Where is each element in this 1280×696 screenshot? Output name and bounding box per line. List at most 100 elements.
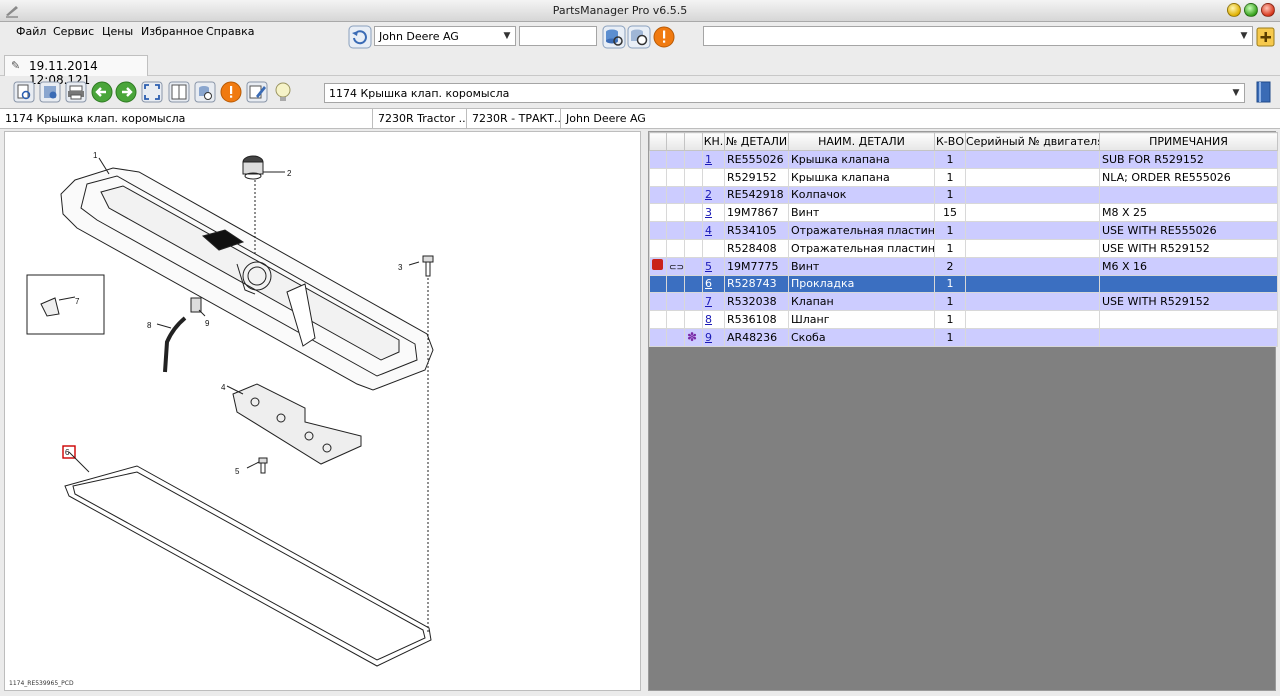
ref-link[interactable]: 7 bbox=[705, 295, 712, 308]
print-preview-icon[interactable] bbox=[12, 79, 36, 105]
ref-link[interactable]: 9 bbox=[705, 331, 712, 344]
callout-7[interactable]: 7 bbox=[75, 297, 80, 306]
breadcrumb-item-section[interactable]: 1174 Крышка клап. коромысла bbox=[0, 109, 373, 129]
cap-part[interactable] bbox=[242, 155, 264, 180]
minimize-button[interactable] bbox=[1227, 3, 1241, 17]
table-row[interactable]: 8 R536108 Шланг 1 bbox=[649, 310, 1278, 329]
callout-8[interactable]: 8 bbox=[147, 321, 152, 330]
callout-3[interactable]: 3 bbox=[398, 263, 403, 272]
row-ref-cell bbox=[702, 238, 725, 258]
row-quantity: 1 bbox=[934, 150, 966, 169]
row-notes bbox=[1099, 274, 1278, 294]
chevron-down-icon[interactable]: ▼ bbox=[1230, 86, 1242, 100]
table-row[interactable]: 1 RE555026 Крышка клапана 1 SUB FOR R529152 bbox=[649, 150, 1278, 169]
screw-small-part[interactable] bbox=[258, 457, 268, 474]
split-view-icon[interactable] bbox=[167, 79, 191, 105]
callout-4[interactable]: 4 bbox=[221, 383, 226, 392]
valve-cover-part[interactable] bbox=[60, 167, 434, 391]
menu-favorites[interactable]: Избранное bbox=[141, 25, 203, 38]
note-icon[interactable] bbox=[652, 259, 663, 271]
section-select[interactable]: 1174 Крышка клап. коромысла ▼ bbox=[324, 83, 1245, 103]
breadcrumb-item-tractor[interactable]: 7230R - ТРАКТ... bbox=[467, 109, 561, 129]
table-row[interactable]: 3 19M7867 Винт 15 M8 X 25 bbox=[649, 203, 1278, 223]
catalog-tree-icon[interactable] bbox=[38, 79, 62, 105]
col-part-name[interactable]: НАИМ. ДЕТАЛИ bbox=[788, 132, 935, 151]
edit-notes-icon[interactable] bbox=[245, 79, 269, 105]
row-ref-cell: 6 bbox=[702, 274, 725, 294]
add-favorite-icon[interactable] bbox=[1255, 25, 1277, 49]
callout-2[interactable]: 2 bbox=[287, 169, 292, 178]
exploded-parts-diagram[interactable]: 1 2 3 4 5 6 7 8 9 bbox=[5, 132, 642, 692]
row-part-name: Отражательная пластина bbox=[788, 221, 935, 240]
chevron-down-icon[interactable]: ▼ bbox=[1238, 29, 1250, 43]
maximize-button[interactable] bbox=[1244, 3, 1258, 17]
parts-drawing-panel[interactable]: 1 2 3 4 5 6 7 8 9 1174_RE539965_PCD bbox=[4, 131, 641, 691]
row-quantity: 15 bbox=[934, 203, 966, 223]
row-flag-cell bbox=[649, 238, 667, 258]
row-icon-cell bbox=[666, 238, 685, 258]
row-icon-cell bbox=[684, 310, 703, 329]
callout-5[interactable]: 5 bbox=[235, 467, 240, 476]
gear-icon[interactable]: ✽ bbox=[687, 330, 697, 344]
table-row[interactable]: 2 RE542918 Колпачок 1 bbox=[649, 185, 1278, 205]
table-row[interactable]: 7 R532038 Клапан 1 USE WITH R529152 bbox=[649, 292, 1278, 312]
catalog-select[interactable]: John Deere AG ▼ bbox=[374, 26, 516, 46]
search-database-icon[interactable] bbox=[602, 25, 626, 49]
ref-link[interactable]: 4 bbox=[705, 224, 712, 237]
lightbulb-icon[interactable] bbox=[271, 79, 295, 105]
table-row[interactable]: ✽ 9 AR48236 Скоба 1 bbox=[649, 327, 1278, 347]
close-button[interactable] bbox=[1261, 3, 1275, 17]
menu-service[interactable]: Сервис bbox=[53, 25, 94, 38]
col-ref[interactable]: КН. bbox=[702, 132, 725, 151]
row-part-number: R534105 bbox=[724, 221, 789, 240]
callout-9[interactable]: 9 bbox=[205, 319, 210, 328]
ref-link[interactable]: 3 bbox=[705, 206, 712, 219]
ref-link[interactable]: 5 bbox=[705, 260, 712, 273]
col-engine-serial[interactable]: Серийный № двигателя bbox=[965, 132, 1100, 151]
printer-icon[interactable] bbox=[64, 79, 88, 105]
breadcrumb-item-catalog[interactable]: John Deere AG bbox=[561, 109, 1280, 129]
breadcrumb-item-model[interactable]: 7230R Tractor ... bbox=[373, 109, 467, 129]
chevron-down-icon[interactable]: ▼ bbox=[501, 29, 513, 43]
session-tab[interactable]: ✎ 19.11.2014 12:08.121 bbox=[4, 55, 148, 87]
forward-arrow-icon[interactable] bbox=[114, 79, 138, 105]
table-row[interactable]: R528408 Отражательная пластина 1 USE WITH R… bbox=[649, 238, 1278, 258]
back-arrow-icon[interactable] bbox=[90, 79, 114, 105]
row-quantity: 1 bbox=[934, 310, 966, 329]
book-icon[interactable] bbox=[1253, 79, 1275, 105]
ref-link[interactable]: 6 bbox=[705, 277, 712, 290]
col-notes[interactable]: ПРИМЕЧАНИЯ bbox=[1099, 132, 1278, 151]
ref-link[interactable]: 1 bbox=[705, 153, 712, 166]
callout-6[interactable]: 6 bbox=[65, 448, 70, 457]
link-icon[interactable]: ⊂⊃ bbox=[669, 263, 684, 273]
ref-link[interactable]: 2 bbox=[705, 188, 712, 201]
fit-to-window-icon[interactable] bbox=[140, 79, 164, 105]
database-search-icon[interactable] bbox=[193, 79, 217, 105]
warning-info-icon[interactable] bbox=[652, 25, 676, 49]
screw-part[interactable] bbox=[422, 255, 434, 277]
table-row[interactable]: ⊂⊃ 5 19M7775 Винт 2 M6 X 16 bbox=[649, 256, 1278, 276]
warning-icon[interactable] bbox=[219, 79, 243, 105]
col-part-number[interactable]: № ДЕТАЛИ bbox=[724, 132, 789, 151]
menu-help[interactable]: Справка bbox=[206, 25, 254, 38]
hose-part[interactable] bbox=[163, 316, 187, 373]
ref-link[interactable]: 8 bbox=[705, 313, 712, 326]
row-part-name: Винт bbox=[788, 203, 935, 223]
menu-file[interactable]: Файл bbox=[16, 25, 46, 38]
row-icon-cell bbox=[684, 274, 703, 294]
gasket-part[interactable] bbox=[64, 465, 432, 667]
row-icon-cell bbox=[684, 150, 703, 169]
table-row[interactable]: R529152 Крышка клапана 1 NLA; ORDER RE55502… bbox=[649, 167, 1278, 187]
table-row[interactable]: 6 R528743 Прокладка 1 bbox=[649, 274, 1278, 294]
search-options-icon[interactable] bbox=[627, 25, 651, 49]
callout-1[interactable]: 1 bbox=[93, 151, 98, 160]
table-row[interactable]: 4 R534105 Отражательная пластина 1 USE WITH … bbox=[649, 221, 1278, 240]
search-input[interactable] bbox=[519, 26, 597, 46]
row-part-number: RE542918 bbox=[724, 185, 789, 205]
col-quantity[interactable]: К-ВО bbox=[934, 132, 966, 151]
refresh-catalog-icon[interactable] bbox=[348, 25, 372, 49]
row-engine-serial bbox=[965, 274, 1100, 294]
menu-prices[interactable]: Цены bbox=[102, 25, 133, 38]
baffle-plate-part[interactable] bbox=[232, 383, 362, 465]
global-search-combo[interactable]: ▼ bbox=[703, 26, 1253, 46]
